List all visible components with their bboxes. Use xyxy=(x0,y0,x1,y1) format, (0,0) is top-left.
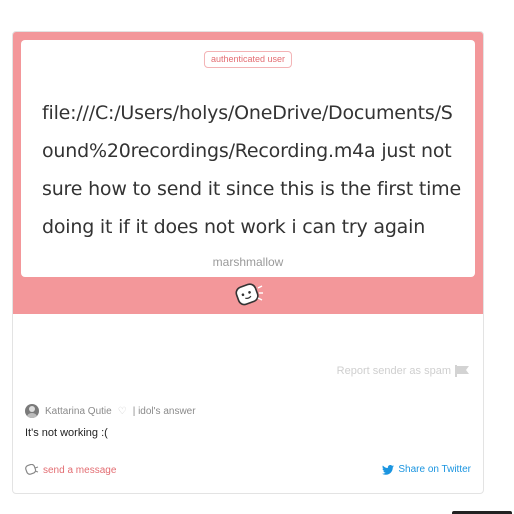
answer-text: It's not working :( xyxy=(25,427,108,439)
answerer-info: Kattarina Qutie ♡ | idol's answer xyxy=(25,404,196,418)
report-label: Report sender as spam xyxy=(336,365,451,377)
report-spam-link[interactable]: Report sender as spam xyxy=(337,365,471,377)
send-label: send a message xyxy=(43,464,117,476)
heart-icon: ♡ xyxy=(117,405,127,417)
flag-icon xyxy=(455,365,469,377)
marshmallow-icon xyxy=(235,283,263,306)
authenticated-badge: authenticated user xyxy=(203,51,293,68)
send-icon xyxy=(25,464,39,475)
share-twitter-button[interactable]: Share on Twitter xyxy=(382,464,471,475)
twitter-icon xyxy=(382,464,395,475)
signature: marshmallow xyxy=(212,255,284,269)
avatar[interactable] xyxy=(25,404,39,418)
answerer-tag: | idol's answer xyxy=(132,405,196,417)
answerer-name[interactable]: Kattarina Qutie xyxy=(45,406,112,417)
message-card: authenticated user file:///C:/Users/holy… xyxy=(12,31,484,494)
message-text: file:///C:/Users/holys/OneDrive/Document… xyxy=(42,102,461,238)
send-message-link[interactable]: send a message xyxy=(25,464,116,476)
message-header: authenticated user file:///C:/Users/holy… xyxy=(13,32,483,314)
twitter-label: Share on Twitter xyxy=(398,464,471,475)
message-box: authenticated user file:///C:/Users/holy… xyxy=(21,40,475,277)
